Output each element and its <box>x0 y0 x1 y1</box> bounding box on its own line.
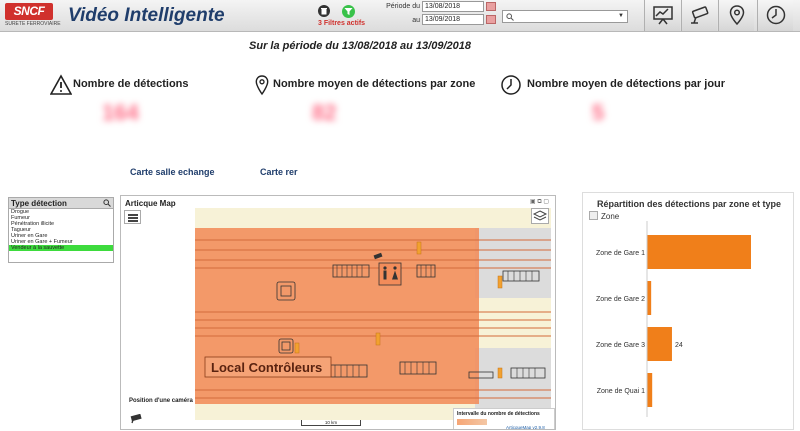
search-input[interactable]: ▼ <box>502 10 628 23</box>
active-filters-count[interactable]: 3 Filtres actifs <box>318 20 365 27</box>
filter-status: 3 Filtres actifs <box>318 3 374 31</box>
map-window-controls[interactable]: ▣ ⧉ ▢ <box>530 198 549 206</box>
camera-icon <box>691 6 709 24</box>
bar[interactable] <box>647 373 653 407</box>
detection-type-item[interactable]: Vendeur à la sauvette <box>9 245 113 251</box>
clear-filters-icon[interactable] <box>318 5 330 17</box>
period-from-label: Période du <box>386 3 420 10</box>
bar[interactable] <box>647 235 751 269</box>
map-link-salle-echange[interactable]: Carte salle echange <box>130 167 215 177</box>
map-credit[interactable]: ArticqueMap v2.9.8 <box>506 425 545 429</box>
layers-icon[interactable] <box>531 208 549 224</box>
bar-value-label: 24 <box>675 342 683 349</box>
app-title: Vidéo Intelligente <box>68 5 225 26</box>
chevron-down-icon: ▼ <box>618 13 624 19</box>
logo-subtitle: SURETE FERROVIAIRE <box>5 21 61 27</box>
articque-map-panel: Articque Map ▣ ⧉ ▢ Local Contrôleurs Pos… <box>120 195 556 430</box>
category-label: Zone de Gare 2 <box>596 296 645 303</box>
filter-header: Type détection <box>9 198 113 209</box>
chart-title: Répartition des détections par zone et t… <box>596 199 782 209</box>
map-button[interactable] <box>718 0 754 31</box>
detection-type-list: Drogue Fumeur Pénétration illicite Tagueur U… <box>9 209 113 251</box>
bar[interactable] <box>647 327 672 361</box>
zone-distribution-chart: Répartition des détections par zone et t… <box>582 192 794 430</box>
location-pin-icon <box>255 75 269 96</box>
legend-title: Intervalle du nombre de détections <box>457 411 540 417</box>
station-floor-plan[interactable]: Local Contrôleurs <box>195 208 551 420</box>
clock-icon <box>501 75 521 95</box>
camera-legend-caption: Position d'une caméra <box>129 398 193 404</box>
date-from-field[interactable]: 13/08/2018 <box>422 1 484 12</box>
chart-dimension-label: Zone <box>601 212 620 221</box>
sort-icon[interactable] <box>589 211 598 221</box>
bar-chart-plot: Zone de Gare 1 Zone de Gare 2 Zone de Gare… <box>596 221 751 417</box>
category-label: Zone de Gare 1 <box>596 250 645 257</box>
kpi-value: 82 <box>312 100 337 125</box>
category-label: Zone de Quai 1 <box>597 388 645 395</box>
location-pin-icon <box>729 5 745 26</box>
top-toolbar: SNCF SURETE FERROVIAIRE Vidéo Intelligen… <box>0 0 800 32</box>
calendar-icon[interactable] <box>486 15 496 24</box>
category-label: Zone de Gare 3 <box>596 342 645 349</box>
search-icon[interactable] <box>103 199 111 207</box>
bar[interactable] <box>647 281 652 315</box>
zone-label-local-controleurs: Local Contrôleurs <box>211 360 322 375</box>
kpi-label: Nombre moyen de détections par zone <box>273 78 476 90</box>
map-title: Articque Map <box>125 199 176 208</box>
menu-icon[interactable] <box>124 210 141 224</box>
period-to-label: au <box>412 17 420 24</box>
sncf-logo: SNCF SURETE FERROVIAIRE <box>5 3 61 29</box>
logo-text: SNCF <box>5 3 53 20</box>
scale-bar: 10 km <box>301 420 361 426</box>
period-heading: Sur la période du 13/08/2018 au 13/09/20… <box>249 40 471 52</box>
time-button[interactable] <box>757 0 793 31</box>
calendar-icon[interactable] <box>486 2 496 11</box>
funnel-icon[interactable] <box>342 5 355 18</box>
dashboard-chart-button[interactable] <box>644 0 680 31</box>
clock-icon <box>766 5 786 25</box>
detection-zone-highlight <box>195 228 479 404</box>
filter-title: Type détection <box>11 199 67 208</box>
presentation-chart-icon <box>653 6 673 25</box>
kpi-label: Nombre moyen de détections par jour <box>527 78 726 90</box>
restroom-icon <box>378 262 402 286</box>
map-legend: Intervalle du nombre de détections Artic… <box>453 408 555 429</box>
kpi-value: 5 <box>592 100 605 125</box>
chart-dimension[interactable]: Zone <box>589 211 620 221</box>
legend-gradient <box>457 419 487 425</box>
search-icon <box>506 13 514 21</box>
camera-icon <box>130 414 142 424</box>
warning-icon <box>50 74 72 95</box>
detection-type-filter: Type détection Drogue Fumeur Pénétration i… <box>8 197 114 263</box>
date-to-field[interactable]: 13/09/2018 <box>422 14 484 25</box>
map-link-rer[interactable]: Carte rer <box>260 167 298 177</box>
kpi-value: 164 <box>102 100 139 125</box>
kpi-label: Nombre de détections <box>73 78 189 90</box>
cameras-button[interactable] <box>681 0 717 31</box>
